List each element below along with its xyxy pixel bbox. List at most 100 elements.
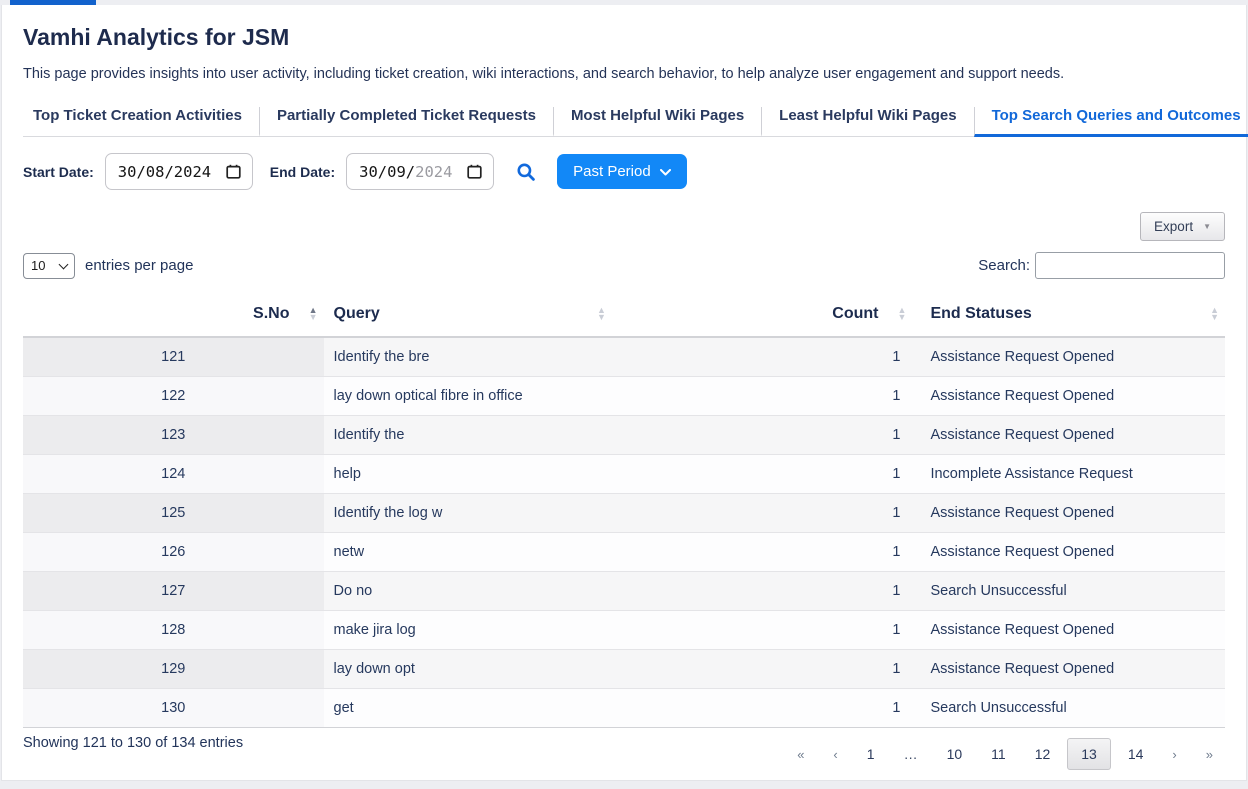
tab-top-ticket-creation-activities[interactable]: Top Ticket Creation Activities xyxy=(23,107,259,137)
tab-top-search-queries-and-outcomes[interactable]: Top Search Queries and Outcomes xyxy=(974,107,1248,137)
results-table: S.No▲▼Query▲▼Count▲▼End Statuses▲▼ 121Id… xyxy=(23,292,1225,728)
cell-count: 1 xyxy=(612,572,913,611)
content-card: Vamhi Analytics for JSM This page provid… xyxy=(1,5,1247,781)
tabs: Top Ticket Creation ActivitiesPartially … xyxy=(23,107,1225,137)
cell-query: Identify the bre xyxy=(324,337,612,377)
pagination: «‹1…1011121314›» xyxy=(785,738,1225,770)
page-11[interactable]: 11 xyxy=(979,741,1018,767)
cell-status: Assistance Request Opened xyxy=(912,611,1225,650)
cell-sno: 126 xyxy=(23,533,324,572)
table-row: 123Identify the1Assistance Request Opene… xyxy=(23,416,1225,455)
cell-query: Identify the xyxy=(324,416,612,455)
export-button[interactable]: Export ▼ xyxy=(1140,212,1225,241)
search-icon[interactable] xyxy=(516,162,536,182)
cell-query: lay down optical fibre in office xyxy=(324,377,612,416)
table-row: 129lay down opt1Assistance Request Opene… xyxy=(23,650,1225,689)
cell-status: Assistance Request Opened xyxy=(912,650,1225,689)
cell-status: Search Unsuccessful xyxy=(912,689,1225,728)
cell-sno: 128 xyxy=(23,611,324,650)
page-prev[interactable]: ‹ xyxy=(821,742,849,767)
tab-least-helpful-wiki-pages[interactable]: Least Helpful Wiki Pages xyxy=(761,107,973,137)
cell-count: 1 xyxy=(612,494,913,533)
column-label: Count xyxy=(832,305,878,322)
page-description: This page provides insights into user ac… xyxy=(23,66,1225,82)
entries-per-page-select[interactable]: 10 xyxy=(23,253,75,279)
table-search-input[interactable] xyxy=(1035,252,1225,279)
column-label: Query xyxy=(334,305,380,322)
page-1[interactable]: 1 xyxy=(855,741,887,767)
cell-sno: 130 xyxy=(23,689,324,728)
tab-partially-completed-ticket-requests[interactable]: Partially Completed Ticket Requests xyxy=(259,107,553,137)
page-ellipsis: … xyxy=(892,741,930,767)
cell-count: 1 xyxy=(612,377,913,416)
cell-count: 1 xyxy=(612,689,913,728)
cell-status: Assistance Request Opened xyxy=(912,377,1225,416)
cell-count: 1 xyxy=(612,416,913,455)
chevron-down-icon xyxy=(660,163,671,180)
page-14[interactable]: 14 xyxy=(1116,741,1156,767)
cell-query: netw xyxy=(324,533,612,572)
cell-status: Assistance Request Opened xyxy=(912,416,1225,455)
start-date-input[interactable]: 30/08/2024 xyxy=(105,153,253,190)
page-10[interactable]: 10 xyxy=(935,741,975,767)
column-header-s-no[interactable]: S.No ▲▼ xyxy=(23,292,324,337)
entries-per-page-label: entries per page xyxy=(85,257,193,274)
sort-icon: ▲▼ xyxy=(597,307,606,321)
sort-icon: ▲▼ xyxy=(1210,307,1219,321)
cell-sno: 122 xyxy=(23,377,324,416)
end-date-input[interactable]: 30/09/2024 xyxy=(346,153,494,190)
entries-select-wrap: 10 xyxy=(23,253,75,279)
end-date-label: End Date: xyxy=(270,164,335,180)
page-12[interactable]: 12 xyxy=(1023,741,1063,767)
column-header-end-statuses[interactable]: End Statuses ▲▼ xyxy=(912,292,1225,337)
table-row: 126netw1Assistance Request Opened xyxy=(23,533,1225,572)
cell-query: Identify the log w xyxy=(324,494,612,533)
cell-query: make jira log xyxy=(324,611,612,650)
cell-query: help xyxy=(324,455,612,494)
table-search-label: Search: xyxy=(978,257,1030,274)
start-date-label: Start Date: xyxy=(23,164,94,180)
page-last[interactable]: » xyxy=(1194,742,1225,767)
sort-icon: ▲▼ xyxy=(309,307,318,321)
cell-count: 1 xyxy=(612,455,913,494)
table-header-row: S.No ▲▼ Query ▲▼ Count ▲▼ End Statuses ▲▼ xyxy=(23,292,1225,337)
cell-sno: 124 xyxy=(23,455,324,494)
list-controls: 10 entries per page Search: xyxy=(23,252,1225,279)
table-row: 125Identify the log w1Assistance Request… xyxy=(23,494,1225,533)
calendar-icon[interactable] xyxy=(226,164,241,179)
column-label: End Statuses xyxy=(930,305,1031,322)
sort-icon: ▲▼ xyxy=(898,307,907,321)
past-period-button[interactable]: Past Period xyxy=(557,154,687,189)
cell-count: 1 xyxy=(612,337,913,377)
date-filter-bar: Start Date: 30/08/2024 End Date: 30/09/2… xyxy=(23,153,1225,190)
table-row: 121Identify the bre1Assistance Request O… xyxy=(23,337,1225,377)
column-header-query[interactable]: Query ▲▼ xyxy=(324,292,612,337)
table-row: 127Do no1Search Unsuccessful xyxy=(23,572,1225,611)
cell-status: Incomplete Assistance Request xyxy=(912,455,1225,494)
cell-sno: 121 xyxy=(23,337,324,377)
table-row: 124help1Incomplete Assistance Request xyxy=(23,455,1225,494)
page-13[interactable]: 13 xyxy=(1067,738,1111,770)
page-title: Vamhi Analytics for JSM xyxy=(23,24,1225,51)
cell-sno: 125 xyxy=(23,494,324,533)
cell-query: lay down opt xyxy=(324,650,612,689)
table-footer: Showing 121 to 130 of 134 entries «‹1…10… xyxy=(23,728,1225,770)
cell-query: Do no xyxy=(324,572,612,611)
column-header-count[interactable]: Count ▲▼ xyxy=(612,292,913,337)
cell-status: Assistance Request Opened xyxy=(912,337,1225,377)
column-label: S.No xyxy=(253,305,289,322)
table-row: 130get1Search Unsuccessful xyxy=(23,689,1225,728)
page-first[interactable]: « xyxy=(785,742,816,767)
cell-count: 1 xyxy=(612,533,913,572)
entries-summary: Showing 121 to 130 of 134 entries xyxy=(23,735,243,751)
cell-count: 1 xyxy=(612,611,913,650)
cell-count: 1 xyxy=(612,650,913,689)
cell-sno: 123 xyxy=(23,416,324,455)
page-next[interactable]: › xyxy=(1160,742,1188,767)
cell-status: Assistance Request Opened xyxy=(912,494,1225,533)
tab-most-helpful-wiki-pages[interactable]: Most Helpful Wiki Pages xyxy=(553,107,761,137)
cell-status: Assistance Request Opened xyxy=(912,533,1225,572)
calendar-icon[interactable] xyxy=(467,164,482,179)
cell-status: Search Unsuccessful xyxy=(912,572,1225,611)
start-date-value: 30/08/2024 xyxy=(118,163,211,181)
